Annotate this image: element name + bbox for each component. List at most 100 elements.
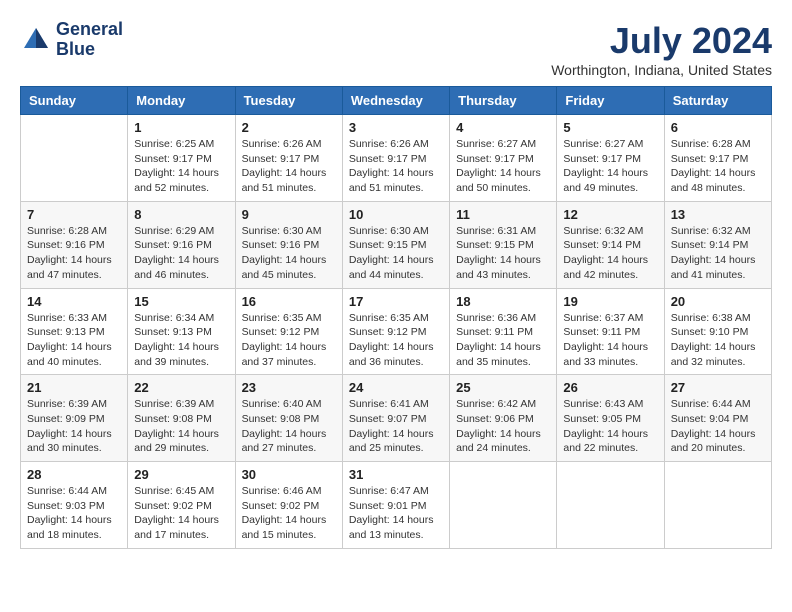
day-number: 7 — [27, 207, 121, 222]
calendar-cell — [664, 462, 771, 549]
calendar-cell: 13Sunrise: 6:32 AM Sunset: 9:14 PM Dayli… — [664, 201, 771, 288]
day-number: 31 — [349, 467, 443, 482]
calendar-cell: 19 Sunrise: 6:37 AM Sunset: 9:11 PM Dayli… — [557, 288, 664, 375]
calendar-cell: 11 Sunrise: 6:31 AM Sunset: 9:15 PM Dayli… — [450, 201, 557, 288]
calendar-cell: 10 Sunrise: 6:30 AM Sunset: 9:15 PM Dayli… — [342, 201, 449, 288]
day-number: 8 — [134, 207, 228, 222]
day-info: Sunrise: 6:33 AM Sunset: 9:13 PM Dayligh… — [27, 311, 121, 370]
calendar-cell: 29 Sunrise: 6:45 AM Sunset: 9:02 PM Dayli… — [128, 462, 235, 549]
weekday-header-wednesday: Wednesday — [342, 87, 449, 115]
day-number: 28 — [27, 467, 121, 482]
calendar-cell: 28 Sunrise: 6:44 AM Sunset: 9:03 PM Dayli… — [21, 462, 128, 549]
calendar-cell: 4Sunrise: 6:27 AM Sunset: 9:17 PM Daylig… — [450, 115, 557, 202]
day-number: 5 — [563, 120, 657, 135]
page-header: General Blue July 2024 Worthington, Indi… — [20, 20, 772, 78]
day-info: Sunrise: 6:26 AM Sunset: 9:17 PM Dayligh… — [349, 137, 443, 196]
calendar-cell: 31 Sunrise: 6:47 AM Sunset: 9:01 PM Dayli… — [342, 462, 449, 549]
calendar-cell: 8 Sunrise: 6:29 AM Sunset: 9:16 PM Daylig… — [128, 201, 235, 288]
day-number: 9 — [242, 207, 336, 222]
day-number: 30 — [242, 467, 336, 482]
day-number: 13 — [671, 207, 765, 222]
day-info: Sunrise: 6:35 AM Sunset: 9:12 PM Dayligh… — [349, 311, 443, 370]
day-info: Sunrise: 6:44 AM Sunset: 9:03 PM Dayligh… — [27, 484, 121, 543]
day-number: 16 — [242, 294, 336, 309]
calendar-cell: 17 Sunrise: 6:35 AM Sunset: 9:12 PM Dayli… — [342, 288, 449, 375]
calendar-cell: 20 Sunrise: 6:38 AM Sunset: 9:10 PM Dayli… — [664, 288, 771, 375]
day-info: Sunrise: 6:39 AM Sunset: 9:09 PM Dayligh… — [27, 397, 121, 456]
calendar-cell: 2Sunrise: 6:26 AM Sunset: 9:17 PM Daylig… — [235, 115, 342, 202]
day-info: Sunrise: 6:32 AM Sunset: 9:14 PM Dayligh… — [563, 224, 657, 283]
day-number: 27 — [671, 380, 765, 395]
calendar-cell — [21, 115, 128, 202]
calendar-cell: 22 Sunrise: 6:39 AM Sunset: 9:08 PM Dayli… — [128, 375, 235, 462]
day-number: 19 — [563, 294, 657, 309]
day-info: Sunrise: 6:27 AM Sunset: 9:17 PM Dayligh… — [563, 137, 657, 196]
calendar-cell: 21Sunrise: 6:39 AM Sunset: 9:09 PM Dayli… — [21, 375, 128, 462]
calendar-cell: 12 Sunrise: 6:32 AM Sunset: 9:14 PM Dayli… — [557, 201, 664, 288]
title-block: July 2024 Worthington, Indiana, United S… — [551, 20, 772, 78]
day-number: 18 — [456, 294, 550, 309]
day-number: 26 — [563, 380, 657, 395]
day-info: Sunrise: 6:29 AM Sunset: 9:16 PM Dayligh… — [134, 224, 228, 283]
day-info: Sunrise: 6:44 AM Sunset: 9:04 PM Dayligh… — [671, 397, 765, 456]
day-number: 11 — [456, 207, 550, 222]
day-number: 20 — [671, 294, 765, 309]
day-info: Sunrise: 6:30 AM Sunset: 9:15 PM Dayligh… — [349, 224, 443, 283]
day-info: Sunrise: 6:43 AM Sunset: 9:05 PM Dayligh… — [563, 397, 657, 456]
weekday-header-saturday: Saturday — [664, 87, 771, 115]
day-info: Sunrise: 6:35 AM Sunset: 9:12 PM Dayligh… — [242, 311, 336, 370]
day-number: 14 — [27, 294, 121, 309]
day-info: Sunrise: 6:34 AM Sunset: 9:13 PM Dayligh… — [134, 311, 228, 370]
day-number: 1 — [134, 120, 228, 135]
weekday-header-thursday: Thursday — [450, 87, 557, 115]
day-info: Sunrise: 6:36 AM Sunset: 9:11 PM Dayligh… — [456, 311, 550, 370]
calendar-week-row: 1 Sunrise: 6:25 AM Sunset: 9:17 PM Daylig… — [21, 115, 772, 202]
day-info: Sunrise: 6:31 AM Sunset: 9:15 PM Dayligh… — [456, 224, 550, 283]
calendar-cell: 7 Sunrise: 6:28 AM Sunset: 9:16 PM Daylig… — [21, 201, 128, 288]
calendar-cell: 30 Sunrise: 6:46 AM Sunset: 9:02 PM Dayli… — [235, 462, 342, 549]
day-info: Sunrise: 6:40 AM Sunset: 9:08 PM Dayligh… — [242, 397, 336, 456]
calendar-week-row: 28 Sunrise: 6:44 AM Sunset: 9:03 PM Dayli… — [21, 462, 772, 549]
day-number: 22 — [134, 380, 228, 395]
day-info: Sunrise: 6:30 AM Sunset: 9:16 PM Dayligh… — [242, 224, 336, 283]
day-number: 15 — [134, 294, 228, 309]
weekday-header-tuesday: Tuesday — [235, 87, 342, 115]
calendar-week-row: 14 Sunrise: 6:33 AM Sunset: 9:13 PM Dayli… — [21, 288, 772, 375]
day-info: Sunrise: 6:28 AM Sunset: 9:16 PM Dayligh… — [27, 224, 121, 283]
day-info: Sunrise: 6:38 AM Sunset: 9:10 PM Dayligh… — [671, 311, 765, 370]
calendar-cell: 27 Sunrise: 6:44 AM Sunset: 9:04 PM Dayli… — [664, 375, 771, 462]
day-info: Sunrise: 6:47 AM Sunset: 9:01 PM Dayligh… — [349, 484, 443, 543]
calendar-cell: 24 Sunrise: 6:41 AM Sunset: 9:07 PM Dayli… — [342, 375, 449, 462]
calendar-cell: 18 Sunrise: 6:36 AM Sunset: 9:11 PM Dayli… — [450, 288, 557, 375]
day-number: 17 — [349, 294, 443, 309]
calendar-cell: 26 Sunrise: 6:43 AM Sunset: 9:05 PM Dayli… — [557, 375, 664, 462]
calendar-cell: 5 Sunrise: 6:27 AM Sunset: 9:17 PM Daylig… — [557, 115, 664, 202]
day-info: Sunrise: 6:28 AM Sunset: 9:17 PM Dayligh… — [671, 137, 765, 196]
calendar-cell: 9 Sunrise: 6:30 AM Sunset: 9:16 PM Daylig… — [235, 201, 342, 288]
day-info: Sunrise: 6:37 AM Sunset: 9:11 PM Dayligh… — [563, 311, 657, 370]
calendar-cell — [450, 462, 557, 549]
day-number: 10 — [349, 207, 443, 222]
day-info: Sunrise: 6:41 AM Sunset: 9:07 PM Dayligh… — [349, 397, 443, 456]
day-number: 29 — [134, 467, 228, 482]
day-info: Sunrise: 6:45 AM Sunset: 9:02 PM Dayligh… — [134, 484, 228, 543]
calendar-week-row: 21Sunrise: 6:39 AM Sunset: 9:09 PM Dayli… — [21, 375, 772, 462]
weekday-header-sunday: Sunday — [21, 87, 128, 115]
weekday-header-friday: Friday — [557, 87, 664, 115]
day-number: 12 — [563, 207, 657, 222]
calendar-cell: 25Sunrise: 6:42 AM Sunset: 9:06 PM Dayli… — [450, 375, 557, 462]
calendar-cell: 3Sunrise: 6:26 AM Sunset: 9:17 PM Daylig… — [342, 115, 449, 202]
day-number: 24 — [349, 380, 443, 395]
day-number: 2 — [242, 120, 336, 135]
weekday-header-row: SundayMondayTuesdayWednesdayThursdayFrid… — [21, 87, 772, 115]
day-number: 6 — [671, 120, 765, 135]
day-number: 25 — [456, 380, 550, 395]
day-info: Sunrise: 6:25 AM Sunset: 9:17 PM Dayligh… — [134, 137, 228, 196]
calendar-cell: 23Sunrise: 6:40 AM Sunset: 9:08 PM Dayli… — [235, 375, 342, 462]
calendar-table: SundayMondayTuesdayWednesdayThursdayFrid… — [20, 86, 772, 549]
day-info: Sunrise: 6:46 AM Sunset: 9:02 PM Dayligh… — [242, 484, 336, 543]
calendar-cell: 1 Sunrise: 6:25 AM Sunset: 9:17 PM Daylig… — [128, 115, 235, 202]
calendar-cell: 14 Sunrise: 6:33 AM Sunset: 9:13 PM Dayli… — [21, 288, 128, 375]
calendar-week-row: 7 Sunrise: 6:28 AM Sunset: 9:16 PM Daylig… — [21, 201, 772, 288]
day-info: Sunrise: 6:39 AM Sunset: 9:08 PM Dayligh… — [134, 397, 228, 456]
